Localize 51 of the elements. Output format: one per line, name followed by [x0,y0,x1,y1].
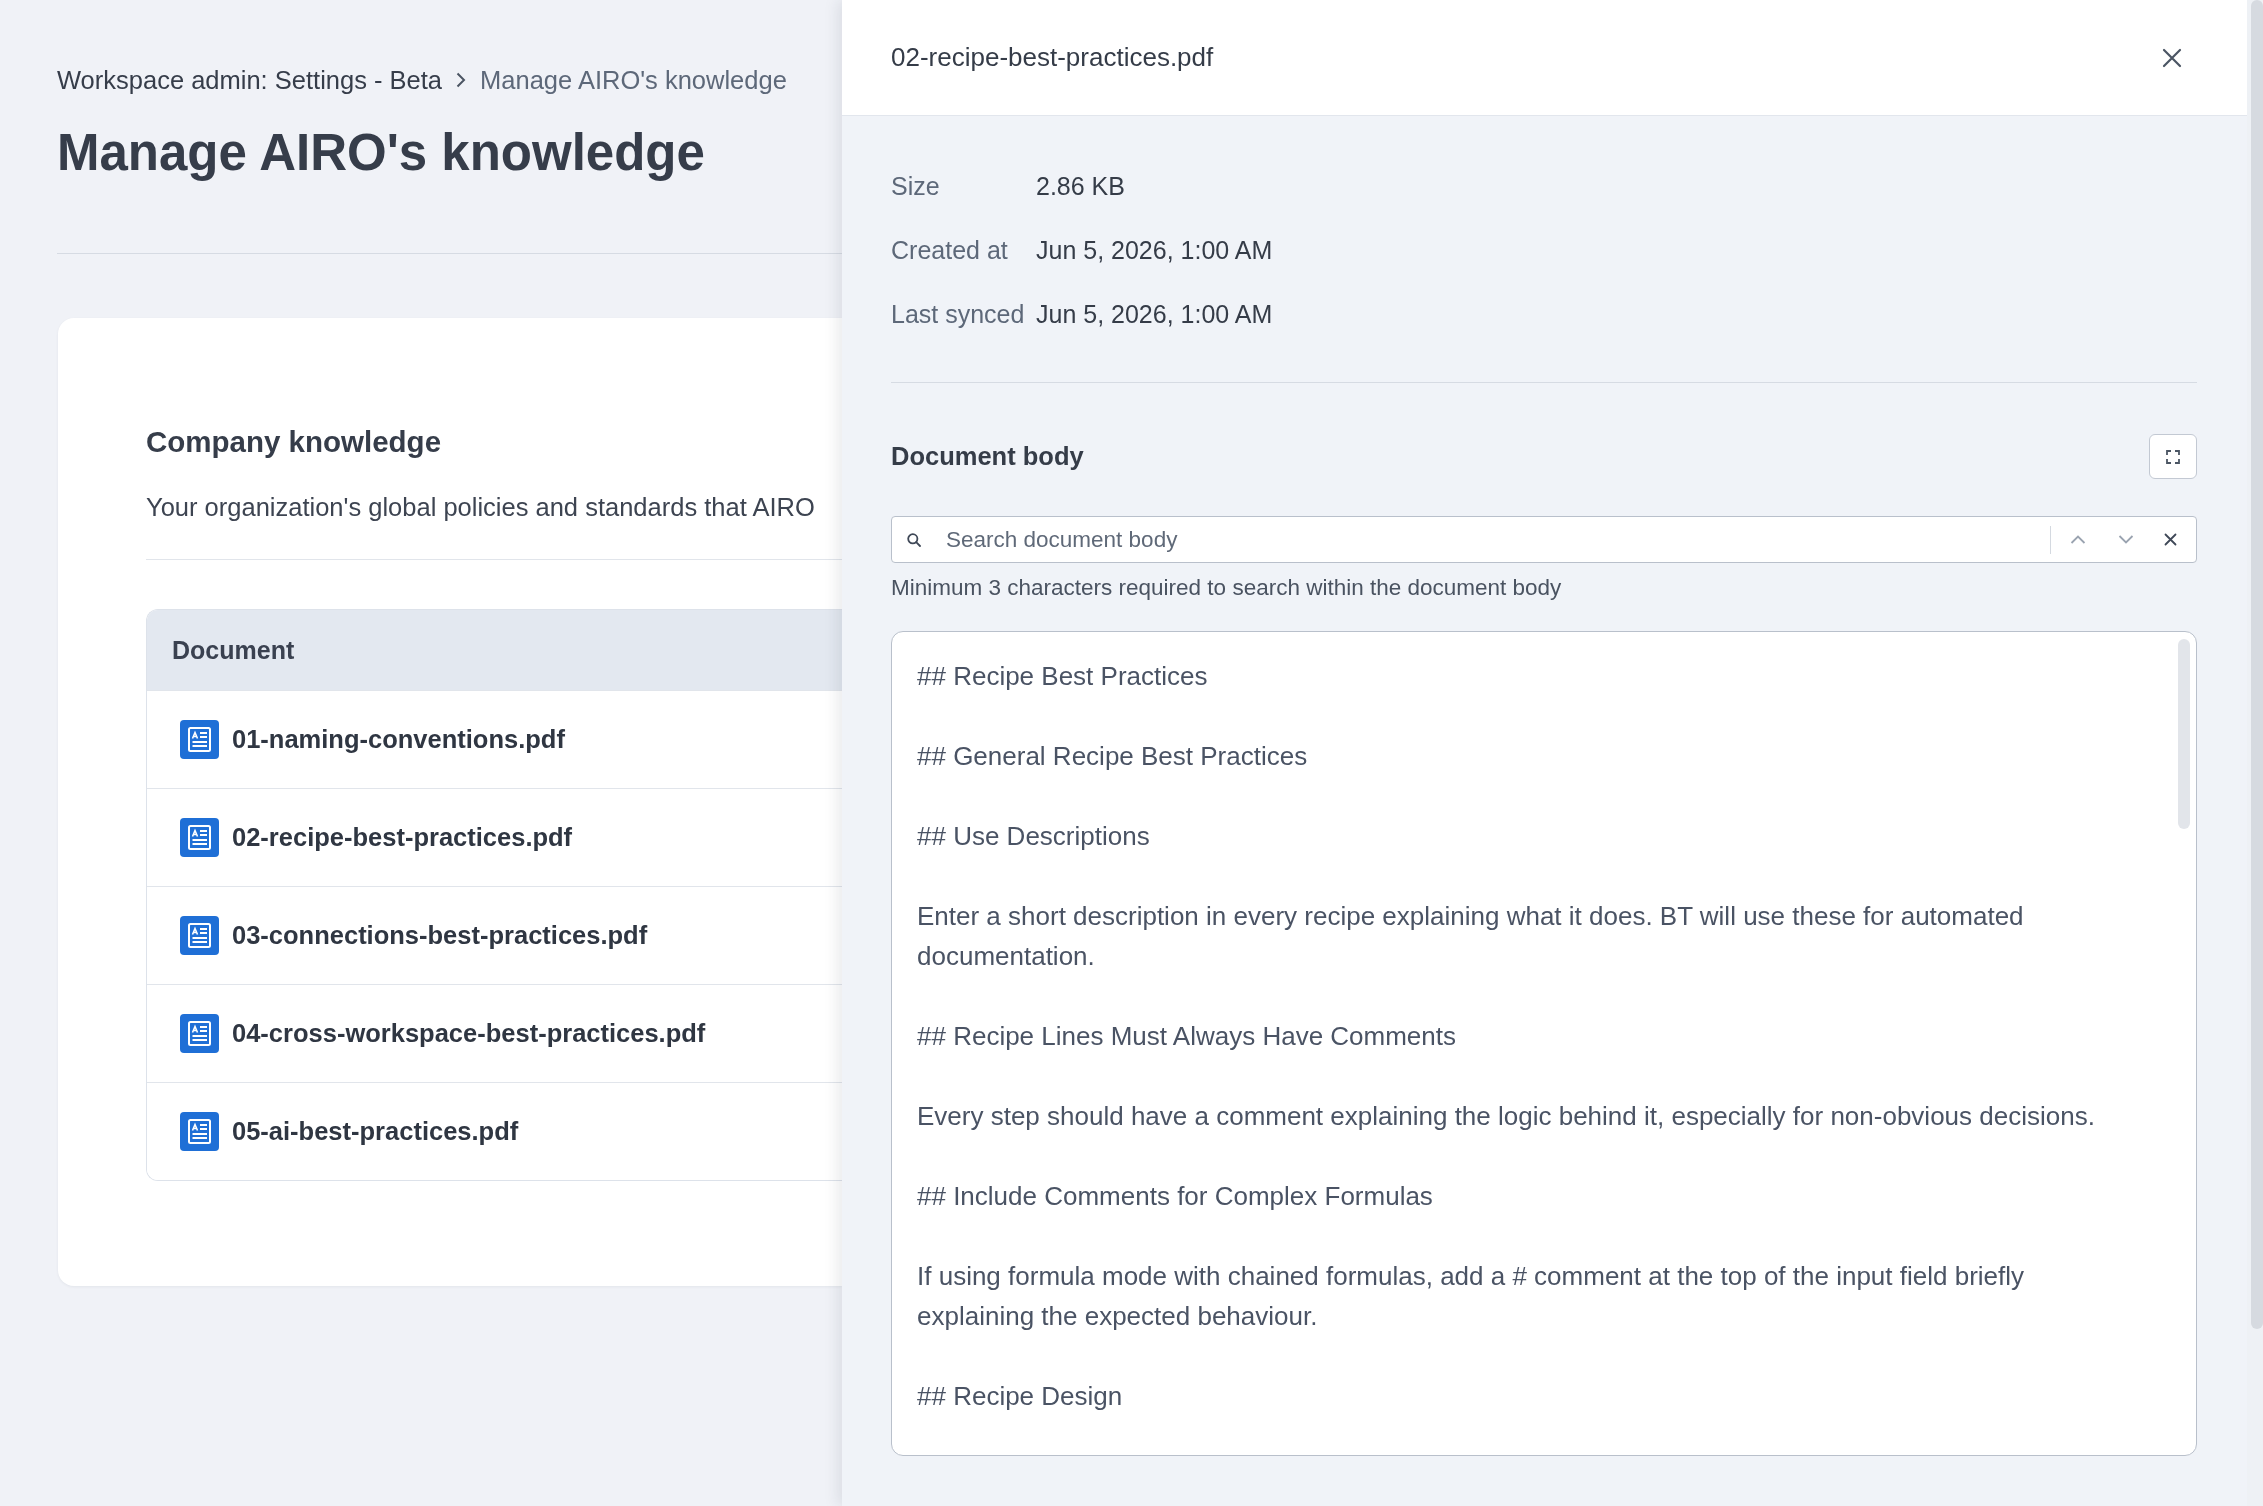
search-hint: Minimum 3 characters required to search within the document body [891,575,1563,601]
document-icon [180,916,219,955]
section-description: Your organization's global policies and standards that AIRO [146,492,816,523]
close-icon[interactable] [2164,533,2177,546]
detail-label: Size [891,171,941,201]
document-paragraph: ## Recipe Lines Must Always Have Comments [917,1020,1457,1053]
document-paragraph: If using formula mode with chained formulas, add a # comment at the top of the input field briefly explaining the expected behaviour. [917,1260,2026,1333]
section-title: Company knowledge [146,424,443,460]
scrollbar-thumb[interactable] [2178,639,2190,829]
detail-label: Created at [891,235,1009,265]
expand-icon [2166,449,2180,464]
document-paragraph: Enter a short description in every recipe explaining what it does. BT will use these for automated documentation. [917,900,2025,973]
document-name: 03-connections-best-practices.pdf [232,921,648,950]
search-input[interactable]: Search document body [946,523,2038,556]
expand-button[interactable] [2149,434,2197,479]
page-title: Manage AIRO's knowledge [57,124,706,182]
document-icon [180,1014,219,1053]
scrollbar-thumb[interactable] [2251,0,2263,1329]
document-icon [180,1112,219,1151]
detail-value: Jun 5, 2026, 1:00 AM [1036,235,1273,265]
document-row[interactable]: 05-ai-best-practices.pdf [147,1082,842,1180]
search-icon [907,532,921,547]
document-row[interactable]: 04-cross-workspace-best-practices.pdf [147,984,842,1082]
search-field[interactable]: Search document body [891,516,2197,563]
document-paragraph: ## Include Comments for Complex Formulas [917,1180,1434,1213]
document-paragraph: ## General Recipe Best Practices [917,740,1309,773]
detail-value: 2.86 KB [1036,171,1125,201]
detail-label: Last synced [891,299,1026,329]
detail-value: Jun 5, 2026, 1:00 AM [1036,299,1273,329]
panel-title: 02-recipe-best-practices.pdf [891,42,1214,73]
close-icon[interactable] [2162,47,2182,68]
breadcrumb-current: Manage AIRO's knowledge [480,65,787,96]
document-body-title: Document body [891,442,1084,471]
document-name: 02-recipe-best-practices.pdf [232,823,573,852]
document-name: 05-ai-best-practices.pdf [232,1117,519,1146]
chevron-up-icon[interactable] [2070,535,2086,544]
document-name: 01-naming-conventions.pdf [232,725,565,754]
document-paragraph: ## Recipe Best Practices [917,660,1209,693]
chevron-down-icon[interactable] [2118,535,2134,544]
document-icon [180,720,219,759]
breadcrumb-link[interactable]: Workspace admin: Settings - Beta [57,64,443,96]
document-row[interactable]: 03-connections-best-practices.pdf [147,886,842,984]
document-row[interactable]: 02-recipe-best-practices.pdf [147,788,842,886]
document-name: 04-cross-workspace-best-practices.pdf [232,1019,706,1048]
document-paragraph: ## Use Descriptions [917,820,1151,853]
document-icon [180,818,219,857]
chevron-right-icon [456,72,467,88]
column-header: Document [147,610,842,690]
document-paragraph: Every step should have a comment explaining the logic behind it, especially for non-obvious decisions. [917,1100,2096,1133]
document-paragraph: ## Recipe Design [917,1380,1124,1413]
document-row[interactable]: 01-naming-conventions.pdf [147,690,842,788]
